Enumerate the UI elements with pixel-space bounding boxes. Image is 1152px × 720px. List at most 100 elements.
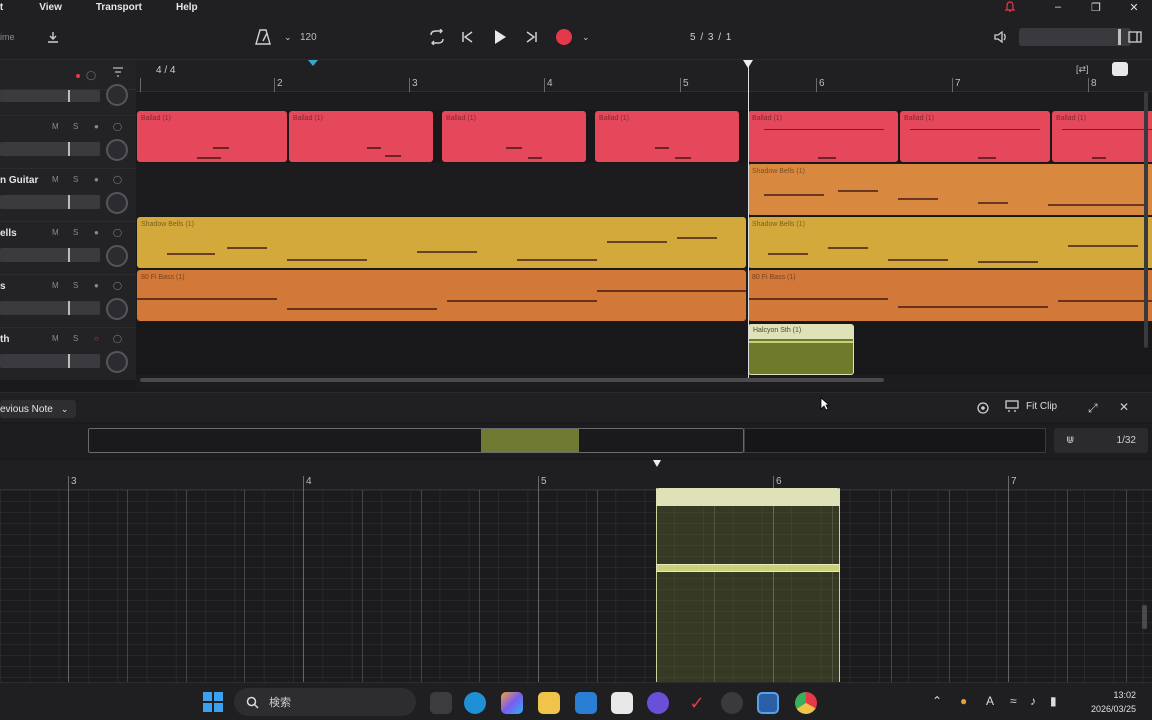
- record-options-chevron-icon[interactable]: ⌄: [582, 14, 590, 60]
- pan-knob[interactable]: [106, 245, 128, 267]
- piano-roll-clip-header[interactable]: [656, 488, 840, 506]
- clip-synth[interactable]: Halcyon Sth (1): [748, 324, 854, 375]
- snap-icon[interactable]: [⇄]: [1076, 64, 1089, 75]
- power-icon[interactable]: ◯: [113, 175, 122, 184]
- task-view-icon[interactable]: [430, 692, 452, 714]
- record-arm-icon[interactable]: ○: [94, 334, 99, 343]
- minimize-icon[interactable]: –: [1046, 0, 1070, 14]
- volume-fader[interactable]: [0, 354, 100, 368]
- playhead[interactable]: [748, 60, 749, 380]
- record-arm-icon[interactable]: ●: [94, 228, 99, 237]
- microphone-icon[interactable]: ●: [960, 694, 967, 708]
- settings-gear-icon[interactable]: [976, 401, 990, 418]
- track-header-guitar[interactable]: n Guitar M S ● ◯: [0, 169, 136, 222]
- track-header-synth[interactable]: th M S ○ ◯: [0, 328, 136, 381]
- pan-knob[interactable]: [106, 139, 128, 161]
- taskbar-clock[interactable]: 13:02 2026/03/25: [1080, 688, 1136, 716]
- piano-roll-ruler[interactable]: 3 4 5 6 7: [0, 460, 1152, 490]
- overview-track[interactable]: [88, 428, 744, 453]
- file-explorer-icon[interactable]: [538, 692, 560, 714]
- overview-clip-region[interactable]: [481, 429, 579, 452]
- volume-icon[interactable]: ♪: [1030, 694, 1036, 708]
- power-icon[interactable]: ◯: [86, 70, 96, 81]
- time-signature[interactable]: 4 / 4: [156, 65, 175, 76]
- active-app-icon[interactable]: [757, 692, 779, 714]
- arrangement-view[interactable]: 4 / 4 2 3 4 5 6 7 8 [⇄] Ballad (1) Balla…: [136, 60, 1152, 390]
- windows-start-icon[interactable]: [203, 692, 223, 712]
- clip-drums[interactable]: Ballad (1): [595, 111, 739, 162]
- metronome-icon[interactable]: [254, 14, 272, 60]
- menu-help[interactable]: Help: [176, 2, 198, 13]
- record-button[interactable]: [556, 14, 572, 60]
- timeline-ruler[interactable]: 4 / 4 2 3 4 5 6 7 8 [⇄]: [136, 60, 1152, 92]
- menu-transport[interactable]: Transport: [96, 2, 142, 13]
- speaker-icon[interactable]: [993, 14, 1009, 60]
- app-icon[interactable]: [647, 692, 669, 714]
- volume-fader[interactable]: [0, 248, 100, 262]
- record-arm-icon[interactable]: ●: [94, 175, 99, 184]
- volume-fader[interactable]: [0, 90, 100, 102]
- keyboard-language-icon[interactable]: A: [986, 694, 994, 708]
- previous-note-dropdown[interactable]: evious Note ⌄: [0, 400, 77, 418]
- clip-bells[interactable]: Shadow Bells (1): [137, 217, 746, 268]
- track-name[interactable]: n Guitar: [0, 175, 38, 186]
- pan-knob[interactable]: [106, 351, 128, 373]
- playhead-marker[interactable]: [653, 460, 661, 467]
- clip-bells[interactable]: Shadow Bells (1): [748, 217, 1152, 268]
- close-window-icon[interactable]: ✕: [1122, 0, 1146, 14]
- record-arm-icon[interactable]: ●: [94, 281, 99, 290]
- menu-start[interactable]: rt: [0, 2, 3, 13]
- magnet-icon[interactable]: ⋓: [1066, 435, 1074, 446]
- chrome-icon[interactable]: [795, 692, 817, 714]
- clip-drums[interactable]: Ballad (1): [137, 111, 287, 162]
- solo-button[interactable]: S: [73, 281, 78, 290]
- menu-view[interactable]: View: [39, 2, 62, 13]
- mute-button[interactable]: M: [52, 175, 59, 184]
- clip-bass[interactable]: 80 Fi Bass (1): [137, 270, 746, 321]
- clip-bass[interactable]: 80 Fi Bass (1): [748, 270, 1152, 321]
- track-header-bass[interactable]: s M S ● ◯: [0, 275, 136, 328]
- loop-start-marker[interactable]: [308, 60, 318, 66]
- mute-button[interactable]: M: [52, 228, 59, 237]
- solo-button[interactable]: S: [73, 122, 78, 131]
- track-lane[interactable]: [136, 322, 1152, 375]
- clip-drums[interactable]: Ballad (1): [1052, 111, 1152, 162]
- loop-icon[interactable]: [428, 14, 446, 60]
- copilot-icon[interactable]: [501, 692, 523, 714]
- grid-resolution-select[interactable]: ⋓ 1/32: [1054, 428, 1148, 453]
- skip-forward-icon[interactable]: [525, 14, 539, 60]
- solo-button[interactable]: S: [73, 175, 78, 184]
- clip-guitar[interactable]: Shadow Bells (1): [748, 164, 1152, 215]
- taskbar-search[interactable]: 検索: [234, 688, 416, 716]
- store-icon[interactable]: [611, 692, 633, 714]
- track-name[interactable]: th: [0, 334, 9, 345]
- power-icon[interactable]: ◯: [113, 122, 122, 131]
- pan-knob[interactable]: [106, 192, 128, 214]
- power-icon[interactable]: ◯: [113, 334, 122, 343]
- clip-drums[interactable]: Ballad (1): [442, 111, 586, 162]
- piano-roll[interactable]: 3 4 5 6 7: [0, 460, 1152, 682]
- export-icon[interactable]: [46, 14, 60, 60]
- power-icon[interactable]: ◯: [113, 228, 122, 237]
- chevron-down-icon[interactable]: ⌄: [284, 14, 292, 60]
- pan-knob[interactable]: [106, 298, 128, 320]
- track-lane[interactable]: [136, 92, 1152, 110]
- expand-icon[interactable]: ⤢: [1088, 401, 1098, 416]
- obs-icon[interactable]: [721, 692, 743, 714]
- volume-fader[interactable]: [0, 195, 100, 209]
- vertical-scrollbar[interactable]: [1144, 92, 1148, 348]
- battery-icon[interactable]: ▮: [1050, 694, 1057, 708]
- restore-icon[interactable]: ❐: [1084, 0, 1108, 14]
- clip-drums[interactable]: Ballad (1): [748, 111, 898, 162]
- volume-fader[interactable]: [0, 301, 100, 315]
- edge-browser-icon[interactable]: [464, 692, 486, 714]
- master-volume-slider[interactable]: [1019, 14, 1131, 60]
- note-grid[interactable]: [0, 490, 1152, 682]
- piano-roll-clip-region[interactable]: [656, 488, 840, 682]
- track-header-0[interactable]: [0, 84, 136, 116]
- clip-drums[interactable]: Ballad (1): [900, 111, 1050, 162]
- record-arm-icon[interactable]: ●: [94, 122, 99, 131]
- skip-back-icon[interactable]: [460, 14, 474, 60]
- filter-icon[interactable]: [112, 66, 124, 81]
- track-name[interactable]: s: [0, 281, 6, 292]
